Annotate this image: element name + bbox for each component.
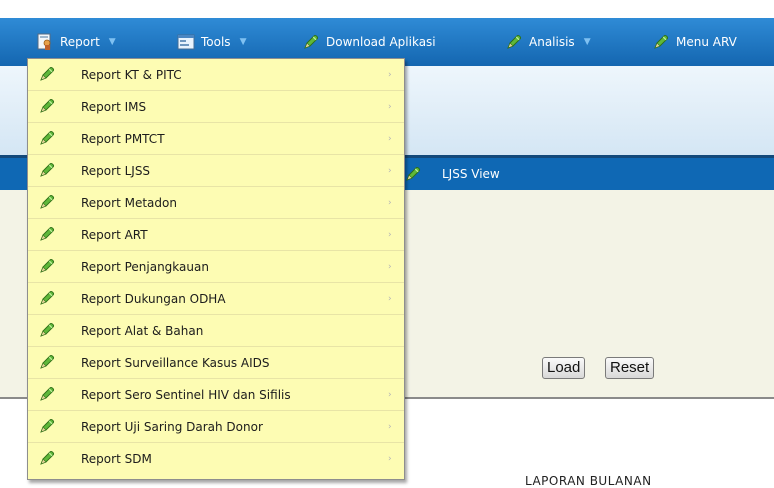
menu-item-label: Report Dukungan ODHA [81, 291, 226, 306]
menu-item-report-surveillance-kasus-aids[interactable]: Report Surveillance Kasus AIDS [28, 347, 404, 379]
menu-analisis-label: Analisis [529, 35, 575, 49]
pencil-icon [38, 97, 56, 115]
menu-item-report-alat-bahan[interactable]: Report Alat & Bahan [28, 315, 404, 347]
report-icon [36, 33, 54, 51]
reset-button[interactable]: Reset [605, 357, 655, 379]
pencil-icon [38, 449, 56, 467]
menu-menu-arv-label: Menu ARV [676, 35, 737, 49]
menu-item-label: Report Alat & Bahan [81, 323, 204, 338]
pencil-icon [38, 385, 56, 403]
pencil-icon [404, 165, 422, 183]
pencil-icon [38, 353, 56, 371]
load-button[interactable]: Load [542, 357, 586, 379]
menu-menu-arv[interactable]: Menu ARV [652, 18, 737, 66]
chevron-right-icon: › [388, 133, 392, 144]
pencil-icon [38, 193, 56, 211]
menu-item-report-art[interactable]: Report ART › [28, 219, 404, 251]
menu-item-label: Report Sero Sentinel HIV dan Sifilis [81, 387, 291, 402]
chevron-right-icon: › [388, 165, 392, 176]
menu-item-report-sero-sentinel[interactable]: Report Sero Sentinel HIV dan Sifilis › [28, 379, 404, 411]
chevron-down-icon: ▼ [583, 37, 591, 47]
pencil-icon [38, 417, 56, 435]
tools-icon [177, 33, 195, 51]
menu-tools-label: Tools [201, 35, 231, 49]
pencil-icon [38, 129, 56, 147]
menu-item-label: Report PMTCT [81, 131, 165, 146]
menu-item-report-ljss[interactable]: Report LJSS › [28, 155, 404, 187]
menu-item-report-dukungan-odha[interactable]: Report Dukungan ODHA › [28, 283, 404, 315]
menu-item-label: Report SDM [81, 452, 152, 466]
menu-analisis[interactable]: Analisis ▼ [505, 18, 591, 66]
chevron-right-icon: › [388, 69, 392, 80]
menu-item-report-pmtct[interactable]: Report PMTCT › [28, 123, 404, 155]
pencil-icon [302, 33, 320, 51]
chevron-right-icon: › [388, 101, 392, 112]
menu-item-label: Report KT & PITC [81, 67, 182, 82]
report-dropdown-menu: Report KT & PITC › Report IMS › Report P… [27, 58, 405, 480]
menu-item-report-penjangkauan[interactable]: Report Penjangkauan › [28, 251, 404, 283]
pencil-icon [38, 289, 56, 307]
report-heading: LAPORAN BULANAN [525, 474, 652, 488]
menu-item-report-kt-pitc[interactable]: Report KT & PITC › [28, 59, 404, 91]
chevron-right-icon: › [388, 293, 392, 304]
chevron-right-icon: › [388, 229, 392, 240]
menu-item-label: Report IMS [81, 99, 147, 114]
chevron-right-icon: › [388, 454, 392, 464]
pencil-icon [505, 33, 523, 51]
pencil-icon [38, 257, 56, 275]
top-whitespace [0, 0, 774, 18]
chevron-down-icon: ▼ [108, 37, 116, 47]
menu-item-report-ims[interactable]: Report IMS › [28, 91, 404, 123]
ljss-view-link[interactable]: LJSS View [404, 158, 500, 190]
pencil-icon [38, 65, 56, 83]
menu-report-label: Report [60, 35, 100, 49]
chevron-right-icon: › [388, 197, 392, 208]
chevron-right-icon: › [388, 261, 392, 272]
menu-item-report-uji-saring-darah-donor[interactable]: Report Uji Saring Darah Donor › [28, 411, 404, 443]
pencil-icon [38, 161, 56, 179]
menu-item-label: Report Metadon [81, 195, 177, 210]
menu-item-label: Report Penjangkauan [81, 259, 209, 274]
chevron-down-icon: ▼ [239, 37, 247, 47]
menu-item-label: Report LJSS [81, 163, 151, 178]
menu-item-report-metadon[interactable]: Report Metadon › [28, 187, 404, 219]
chevron-right-icon: › [388, 421, 392, 432]
menu-download-aplikasi-label: Download Aplikasi [326, 35, 436, 49]
menu-item-label: Report ART [81, 227, 148, 242]
pencil-icon [652, 33, 670, 51]
ljss-view-label: LJSS View [442, 167, 500, 181]
menu-item-label: Report Surveillance Kasus AIDS [81, 355, 270, 370]
menu-item-report-sdm[interactable]: Report SDM › [28, 443, 404, 475]
pencil-icon [38, 225, 56, 243]
chevron-right-icon: › [388, 389, 392, 400]
menu-item-label: Report Uji Saring Darah Donor [81, 419, 263, 434]
pencil-icon [38, 321, 56, 339]
